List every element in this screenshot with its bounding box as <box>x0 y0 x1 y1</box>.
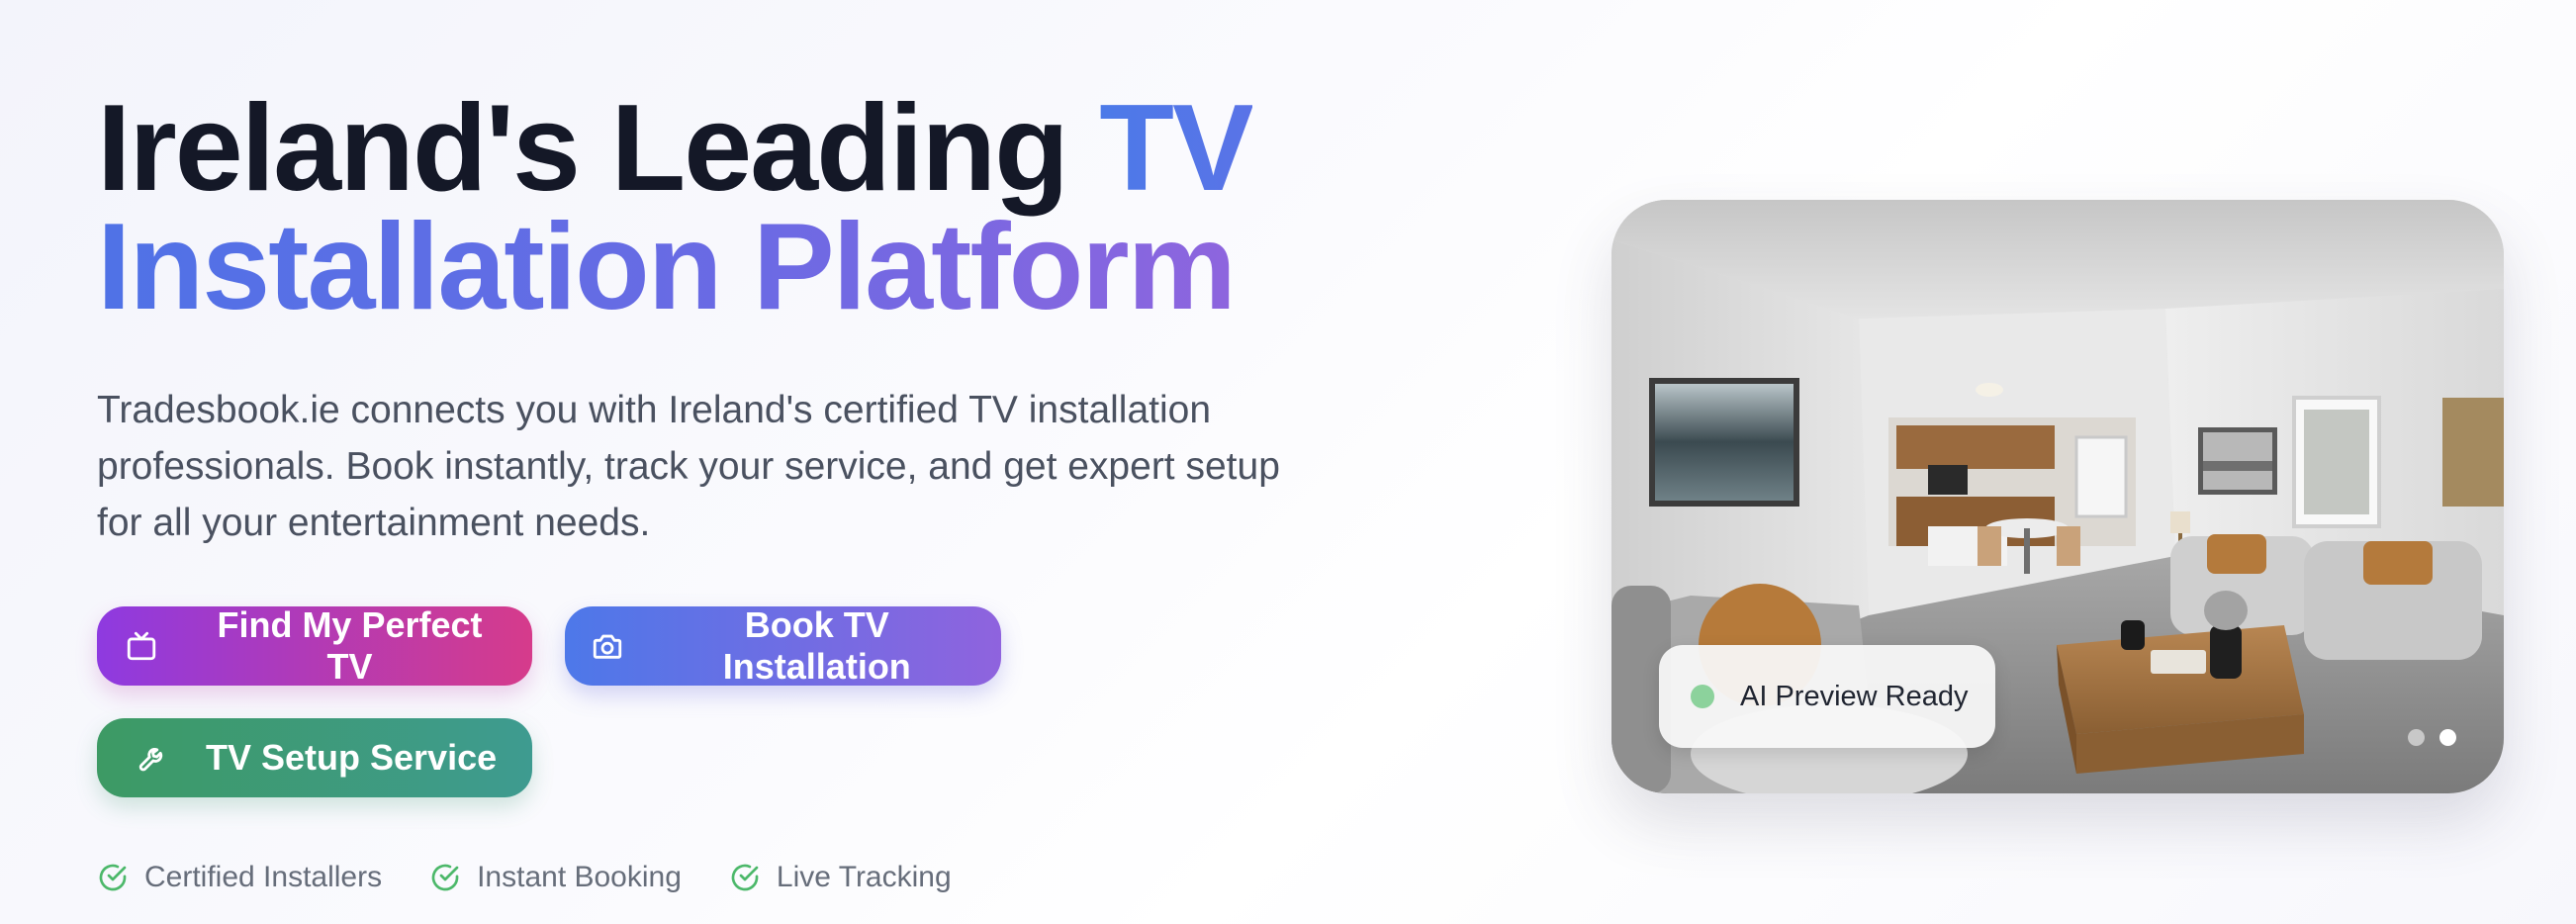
tv-icon <box>119 623 163 669</box>
ai-preview-label: AI Preview Ready <box>1740 680 1969 712</box>
feature-label: Certified Installers <box>144 861 383 893</box>
hero-text-block: Ireland's Leading TV Installation Platfo… <box>97 87 1403 551</box>
carousel-dot-1[interactable] <box>2408 729 2425 746</box>
headline-text: Ireland's Leading <box>97 80 1100 217</box>
hero-section: Ireland's Leading TV Installation Platfo… <box>0 0 2576 924</box>
feature-list: Certified Installers Instant Booking Liv… <box>97 861 952 894</box>
hero-headline: Ireland's Leading TV Installation Platfo… <box>97 87 1403 328</box>
feature-label: Live Tracking <box>776 861 952 893</box>
tv-setup-service-label: TV Setup Service <box>206 737 498 778</box>
feature-certified-installers: Certified Installers <box>97 861 382 894</box>
room-preview-card: AI Preview Ready <box>1611 200 2504 793</box>
find-my-perfect-tv-button[interactable]: Find My Perfect TV <box>97 604 532 687</box>
carousel-dot-2[interactable] <box>2439 729 2456 746</box>
book-tv-installation-button[interactable]: Book TV Installation <box>565 604 1001 687</box>
feature-live-tracking: Live Tracking <box>729 861 952 894</box>
status-dot <box>1691 685 1714 708</box>
wrench-icon <box>131 735 176 781</box>
check-circle-icon <box>731 864 759 891</box>
headline-line-1: Ireland's Leading TV <box>97 87 1403 210</box>
feature-instant-booking: Instant Booking <box>429 861 682 894</box>
cta-row-secondary: TV Setup Service <box>97 718 532 797</box>
carousel-pager <box>2408 729 2456 746</box>
headline-highlight: TV <box>1099 80 1253 217</box>
headline-line-2: Installation Platform <box>97 206 1403 328</box>
check-circle-icon <box>431 864 459 891</box>
ai-preview-badge: AI Preview Ready <box>1659 645 1995 748</box>
check-circle-icon <box>99 864 127 891</box>
camera-icon <box>587 623 629 669</box>
feature-label: Instant Booking <box>477 861 682 893</box>
cta-row-primary: Find My Perfect TV Book TV Installation <box>97 604 1001 687</box>
book-tv-installation-label: Book TV Installation <box>722 604 911 687</box>
tv-setup-service-button[interactable]: TV Setup Service <box>97 718 532 797</box>
find-my-perfect-tv-label: Find My Perfect TV <box>217 604 483 687</box>
hero-description: Tradesbook.ie connects you with Ireland'… <box>97 389 1280 544</box>
